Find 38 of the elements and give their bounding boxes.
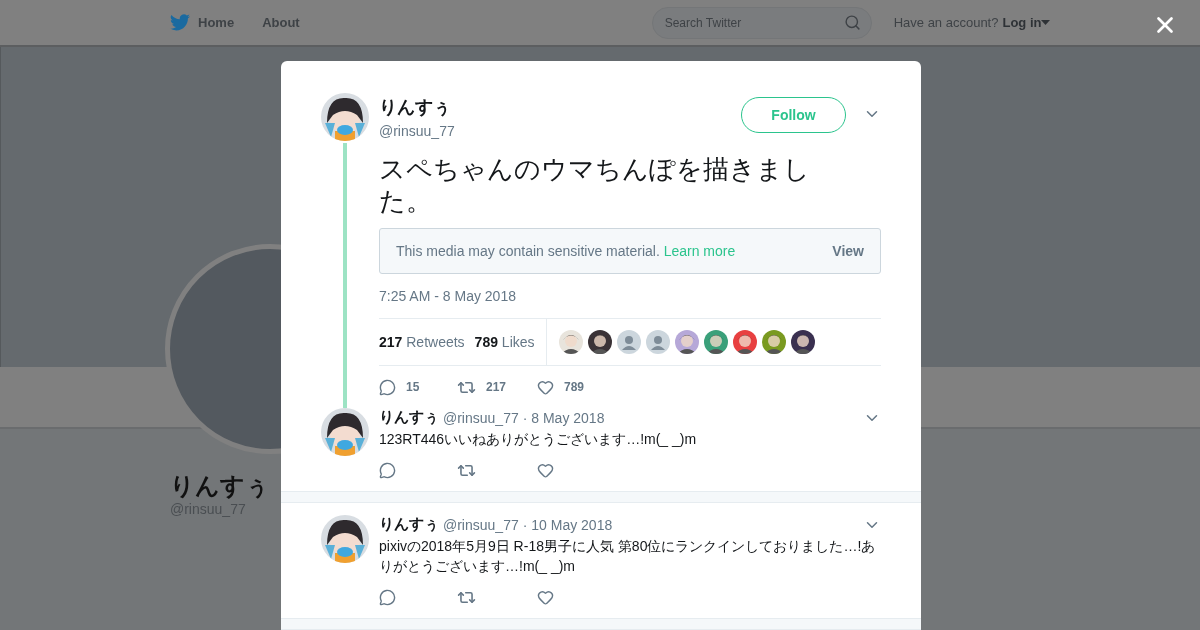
reply-icon (379, 461, 396, 479)
reply-date[interactable]: · 8 May 2018 (522, 409, 605, 426)
stat-link[interactable]: 217 Retweets (379, 334, 465, 350)
user-handle[interactable]: @rinsuu_77 (379, 123, 741, 139)
user-handle[interactable]: @rinsuu_77 (443, 516, 519, 533)
retweet-button[interactable]: 217 (457, 377, 537, 397)
reply-date[interactable]: · 10 May 2018 (522, 516, 613, 533)
user-name[interactable]: りんすぅ (379, 515, 439, 534)
default-avatar-icon[interactable] (645, 330, 670, 354)
notice-text: This media may contain sensitive material. Learn more (396, 243, 736, 259)
user-handle[interactable]: @rinsuu_77 (443, 409, 519, 426)
search-field[interactable]: Search Twitter (651, 6, 872, 39)
search-icon (843, 14, 861, 31)
nav-link[interactable]: Home (170, 14, 235, 31)
reply-icon (379, 588, 396, 606)
reply-text: 123RT446いいねありがとうございます…!m(_ _)m (379, 430, 698, 449)
reply-text: pixivの2018年5月9日 R-18男子に人気 第80位にランクインしておりました…!ありがとうございます…!m(_ _)m (379, 537, 877, 576)
bird-icon (170, 14, 190, 31)
caret-icon (1041, 19, 1051, 26)
avatar[interactable] (321, 93, 369, 141)
account-prompt: Have an account? (893, 15, 999, 30)
view-button[interactable]: View (832, 243, 864, 259)
tweet-time: 7:25 AM - 8 May 2018 (379, 288, 517, 304)
login-link[interactable]: Log in (1002, 15, 1051, 30)
like-button[interactable]: 789 (537, 378, 607, 396)
like-icon (537, 588, 554, 606)
like-icon (537, 378, 554, 396)
tweet-text: スペちゃんのウマちんぽを描きました。 (379, 153, 811, 217)
nav-link[interactable]: About (262, 15, 300, 30)
avatar[interactable] (321, 408, 369, 456)
stat-link[interactable]: 789 Likes (474, 334, 535, 350)
avatar[interactable] (321, 515, 369, 563)
user-name[interactable]: りんすぅ (379, 95, 741, 119)
reply-icon (379, 378, 396, 396)
reply-button[interactable]: 15 (379, 378, 457, 396)
user-name[interactable]: りんすぅ (379, 408, 439, 427)
profile-name: りんすぅ (170, 471, 270, 501)
like-icon (537, 461, 554, 479)
